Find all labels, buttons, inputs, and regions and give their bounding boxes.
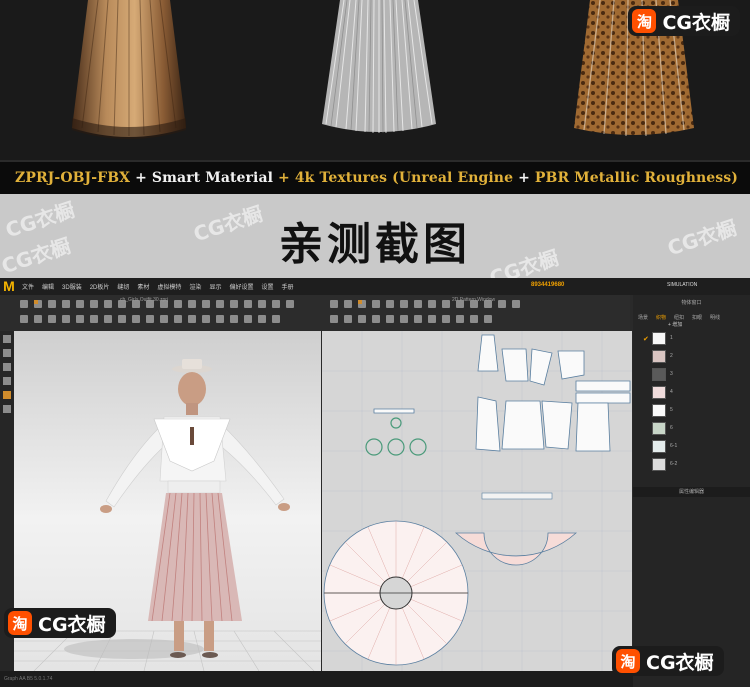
format-text-7: PBR Metallic Roughness): [534, 170, 738, 186]
menu-item-render[interactable]: 渲染: [185, 282, 205, 291]
page-heading: 亲测截图: [279, 219, 471, 270]
fabric-item[interactable]: 6: [638, 419, 746, 437]
menu-item-file[interactable]: 文件: [18, 282, 38, 291]
menu-bar: M 文件 编辑 3D服装 2D板片 缝纫 素材 虚拟模特 渲染 显示 偏好设置 …: [0, 278, 750, 295]
toolbar: [0, 295, 630, 331]
tool-icons[interactable]: [0, 295, 630, 331]
store-badge: 淘 CG衣橱: [4, 608, 116, 638]
fabric-label: 2: [670, 353, 673, 359]
format-text-1: ZPRJ-OBJ-FBX: [15, 170, 131, 186]
tab-2d-pattern-window[interactable]: 2D Pattern Window: [452, 297, 495, 303]
heading-band: CG衣橱 CG衣橱 CG衣橱 CG衣橱 CG衣橱 亲测截图: [0, 194, 750, 278]
fabric-label: 3: [670, 371, 673, 377]
fabric-swatch: [652, 421, 666, 435]
store-badge: 淘 CG衣橱: [628, 6, 740, 36]
pattern-pieces: [322, 331, 632, 671]
clo3d-window: M 文件 编辑 3D服装 2D板片 缝纫 素材 虚拟模特 渲染 显示 偏好设置 …: [0, 278, 750, 687]
fabric-item[interactable]: 1: [638, 329, 746, 347]
property-editor-title: 属性编辑器: [633, 487, 750, 497]
app-logo-icon: M: [3, 278, 15, 294]
format-bar: ZPRJ-OBJ-FBX + Smart Material + 4k Textu…: [0, 160, 750, 194]
tab-scene[interactable]: 场景: [635, 313, 651, 322]
fabric-swatch: [652, 439, 666, 453]
menu-item-3d-garment[interactable]: 3D服装: [58, 282, 86, 291]
menu-item-display[interactable]: 显示: [205, 282, 225, 291]
fabric-list: 1 2 3 4 5 6 6-1 6-2: [638, 329, 746, 473]
tab-topstitch[interactable]: 明线: [707, 313, 723, 322]
fabric-item[interactable]: 6-2: [638, 455, 746, 473]
menu-item-settings[interactable]: 设置: [257, 282, 277, 291]
status-bar: Graph AA B5 5.0.1.74: [0, 671, 633, 687]
fabric-label: 5: [670, 407, 673, 413]
fabric-item[interactable]: 6-1: [638, 437, 746, 455]
fabric-label: 1: [670, 335, 673, 341]
fabric-label: 6-1: [670, 443, 678, 449]
fabric-item[interactable]: 3: [638, 365, 746, 383]
fabric-swatch: [652, 349, 666, 363]
fabric-swatch: [652, 331, 666, 345]
fabric-item[interactable]: 2: [638, 347, 746, 365]
menu-item-edit[interactable]: 编辑: [38, 282, 58, 291]
format-text-3: Smart Material: [151, 170, 274, 186]
panel-title: 物体窗口: [681, 300, 702, 306]
menu-item-2d-pattern[interactable]: 2D板片: [86, 282, 114, 291]
store-badge: 淘 CG衣橱: [612, 646, 724, 676]
menu-item-avatar[interactable]: 虚拟模特: [153, 282, 185, 291]
2d-pattern-viewport[interactable]: [322, 331, 632, 671]
taobao-icon: 淘: [616, 649, 640, 673]
tab-3d-window[interactable]: ch_Girls Outfit 30.zprj: [120, 297, 168, 303]
product-banner: 淘 CG衣橱: [0, 0, 750, 160]
format-text-2: +: [130, 170, 152, 186]
menu-item-sewing[interactable]: 缝纫: [113, 282, 133, 291]
fabric-swatch: [652, 367, 666, 381]
store-name: CG衣橱: [662, 11, 730, 34]
store-name: CG衣橱: [646, 651, 714, 674]
fabric-label: 6: [670, 425, 673, 431]
format-text-6: +: [513, 170, 535, 186]
side-tool-icons[interactable]: [0, 331, 14, 431]
menu-item-manual[interactable]: 手册: [277, 282, 297, 291]
fabric-item[interactable]: 5: [638, 401, 746, 419]
add-fabric-button[interactable]: + 增加: [668, 321, 682, 328]
format-text-5: 4k Textures (Unreal Engine: [294, 170, 514, 186]
skirt-render-brown: [72, 0, 186, 139]
store-name: CG衣橱: [38, 613, 106, 636]
fabric-item[interactable]: 4: [638, 383, 746, 401]
menu-item-materials[interactable]: 素材: [133, 282, 153, 291]
selected-check-icon: ✔: [643, 336, 649, 343]
object-browser-panel: 物体窗口 场景 织物 纽扣 扣眼 明线 + 增加 1 2 3 4 5 6 6-1…: [633, 295, 750, 687]
tab-fabric[interactable]: 织物: [653, 313, 669, 322]
license-serial: 8934419680: [531, 282, 565, 288]
format-text-4: +: [273, 170, 295, 186]
fabric-label: 6-2: [670, 461, 678, 467]
taobao-icon: 淘: [632, 9, 657, 33]
menu-item-preferences[interactable]: 偏好设置: [225, 282, 257, 291]
fabric-swatch: [652, 385, 666, 399]
fabric-label: 4: [670, 389, 673, 395]
taobao-icon: 淘: [8, 611, 32, 635]
tab-buttonhole[interactable]: 扣眼: [689, 313, 705, 322]
skirt-render-sheer: [322, 0, 436, 134]
simulation-button[interactable]: SIMULATION: [667, 282, 697, 288]
fabric-swatch: [652, 457, 666, 471]
fabric-swatch: [652, 403, 666, 417]
